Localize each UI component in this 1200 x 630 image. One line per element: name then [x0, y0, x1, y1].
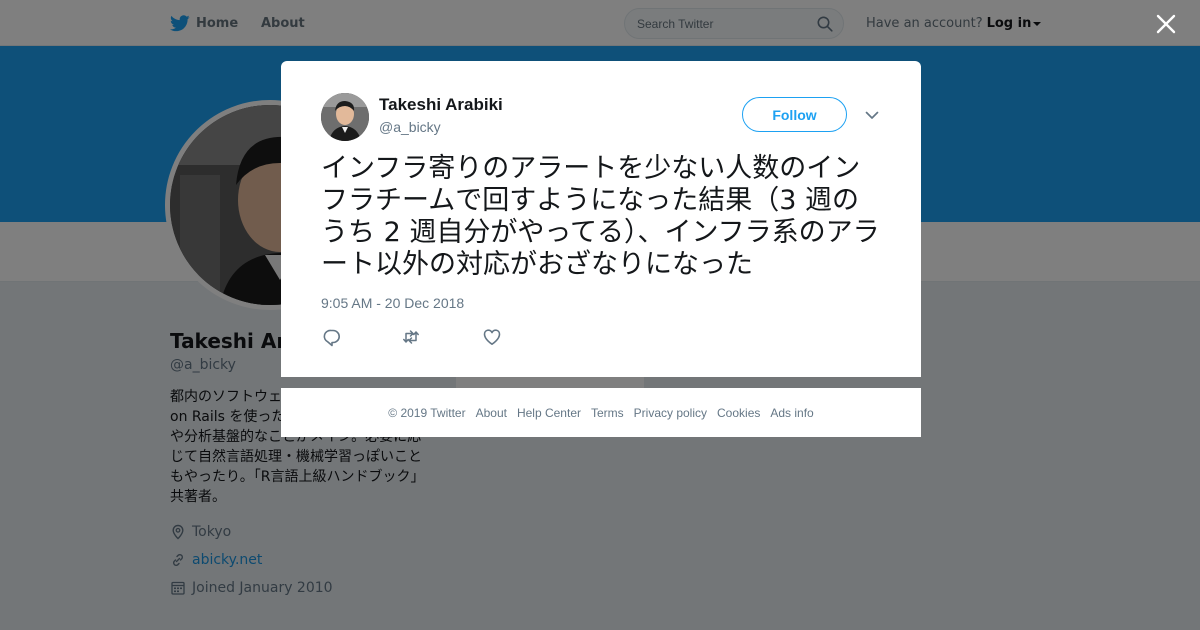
footer-link-ads-info[interactable]: Ads info: [770, 406, 813, 420]
tweet-modal: Takeshi Arabiki @a_bicky Follow インフラ寄りのア…: [281, 61, 921, 377]
footer-copyright: © 2019 Twitter: [388, 405, 466, 420]
close-icon[interactable]: [1154, 12, 1178, 36]
tweet-text: インフラ寄りのアラートを少ない人数のインフラチームで回すようになった結果（3 週…: [321, 153, 880, 280]
footer-link-about[interactable]: About: [476, 406, 507, 420]
footer-link-help-center[interactable]: Help Center: [517, 406, 581, 420]
like-icon[interactable]: [482, 327, 502, 347]
footer-link-privacy[interactable]: Privacy policy: [634, 406, 707, 420]
retweet-icon[interactable]: [401, 327, 421, 347]
footer-link-terms[interactable]: Terms: [591, 406, 624, 420]
tweet-author-name[interactable]: Takeshi Arabiki: [379, 95, 503, 115]
reply-icon[interactable]: [322, 327, 342, 347]
chevron-down-icon[interactable]: [863, 106, 881, 124]
footer-link-cookies[interactable]: Cookies: [717, 406, 760, 420]
tweet-author-handle[interactable]: @a_bicky: [379, 119, 441, 135]
tweet-timestamp[interactable]: 9:05 AM - 20 Dec 2018: [321, 295, 464, 311]
follow-button[interactable]: Follow: [742, 97, 847, 132]
tweet-author-avatar[interactable]: [321, 93, 369, 141]
tweet-author-avatar-image: [321, 93, 369, 141]
modal-footer: © 2019 Twitter About Help Center Terms P…: [281, 388, 921, 437]
